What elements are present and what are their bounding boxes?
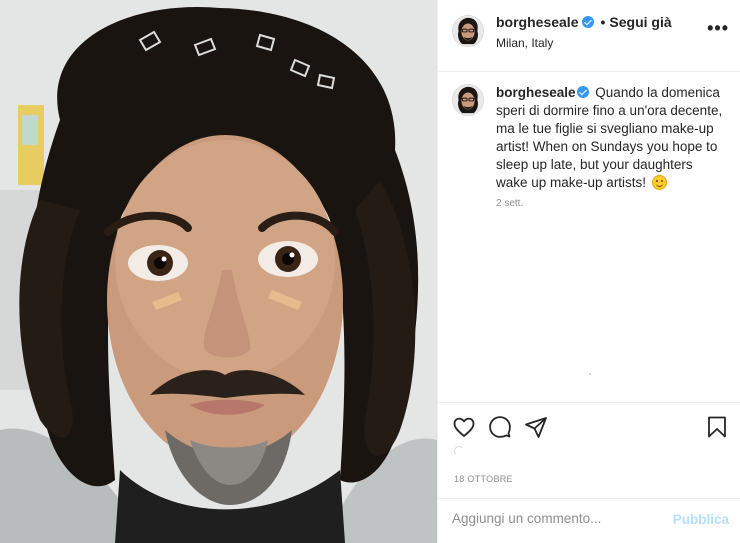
- caption-text-block: borgheseale Quando la domenica speri di …: [496, 84, 726, 192]
- avatar-image: [453, 85, 483, 115]
- post-photo[interactable]: [0, 0, 437, 543]
- comment-input[interactable]: [452, 511, 652, 526]
- follow-button[interactable]: Segui già: [609, 14, 671, 30]
- smiling-face-emoji-icon: [651, 175, 667, 190]
- post-date[interactable]: 18 OTTOBRE: [454, 474, 513, 484]
- more-options-icon[interactable]: •••: [707, 19, 729, 37]
- caption-text: Quando la domenica speri di dormire fino…: [496, 85, 723, 190]
- separator-dot: •: [600, 14, 606, 30]
- caption-username-link[interactable]: borgheseale: [496, 85, 576, 100]
- share-icon: [525, 417, 547, 438]
- comment-icon: [489, 416, 511, 438]
- post-side-panel: borgheseale • Segui già Milan, Italy •••: [437, 0, 740, 543]
- heart-icon: [453, 417, 475, 437]
- bookmark-icon: [708, 416, 726, 438]
- caption-avatar[interactable]: [452, 84, 484, 116]
- header-user-line: borgheseale • Segui già: [496, 14, 672, 30]
- avatar[interactable]: [452, 15, 484, 47]
- verified-badge-icon: [576, 86, 589, 98]
- share-button[interactable]: [524, 415, 548, 439]
- loading-spinner-icon: [454, 446, 464, 456]
- avatar-image: [453, 16, 483, 46]
- caption-timestamp[interactable]: 2 sett.: [496, 198, 523, 209]
- comment-button[interactable]: [488, 415, 512, 439]
- save-button[interactable]: [705, 415, 729, 439]
- selfie-image: [0, 0, 437, 543]
- action-bar: [438, 402, 740, 450]
- like-button[interactable]: [452, 415, 476, 439]
- loading-dot: [589, 373, 591, 375]
- comment-form: Pubblica: [438, 498, 740, 543]
- location-link[interactable]: Milan, Italy: [496, 36, 553, 50]
- publish-button[interactable]: Pubblica: [673, 512, 729, 527]
- username-link[interactable]: borgheseale: [496, 14, 578, 30]
- verified-badge-icon: [582, 16, 595, 28]
- post-header: borgheseale • Segui già Milan, Italy •••: [438, 0, 740, 72]
- instagram-post: borgheseale • Segui già Milan, Italy •••: [0, 0, 740, 543]
